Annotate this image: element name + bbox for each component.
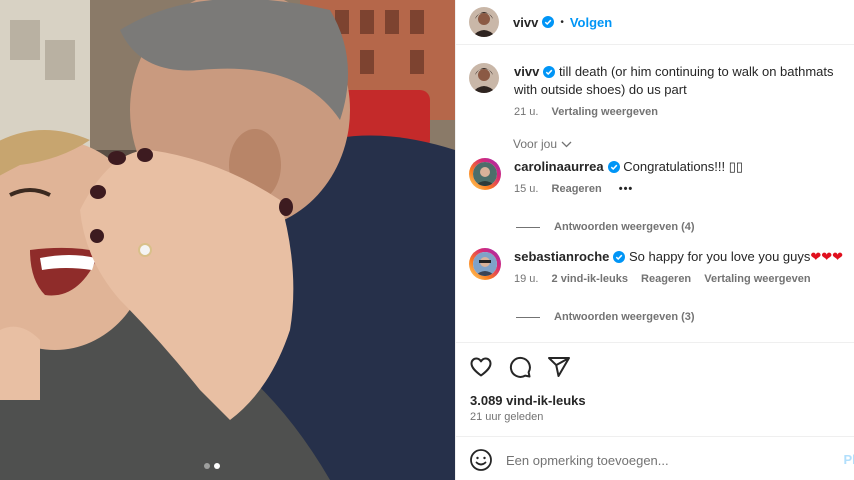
comment-item: sebastianroche So happy for you love you… bbox=[469, 248, 849, 288]
separator: • bbox=[560, 16, 564, 28]
commenter-avatar[interactable] bbox=[469, 248, 501, 280]
replies-line bbox=[516, 226, 540, 228]
post-timestamp[interactable]: 21 uur geleden bbox=[470, 411, 543, 423]
translate-button[interactable]: Vertaling weergeven bbox=[704, 273, 810, 285]
view-replies-button[interactable]: Antwoorden weergeven (3) bbox=[516, 311, 695, 323]
heart-icon[interactable] bbox=[469, 355, 493, 379]
verified-badge-icon bbox=[542, 16, 555, 28]
caption-text: till death (or him continuing to walk on… bbox=[514, 64, 834, 97]
sort-label: Voor jou bbox=[513, 137, 558, 151]
photo-illustration bbox=[0, 0, 455, 480]
comment-time[interactable]: 15 u. bbox=[514, 183, 538, 195]
caption-meta: 21 u. Vertaling weergeven bbox=[514, 103, 849, 121]
caption-avatar[interactable] bbox=[469, 63, 499, 93]
comment-input[interactable] bbox=[506, 452, 826, 468]
reply-button[interactable]: Reageren bbox=[552, 183, 602, 195]
commenter-avatar[interactable] bbox=[469, 158, 501, 190]
more-options-icon[interactable]: ••• bbox=[619, 183, 634, 195]
translate-button[interactable]: Vertaling weergeven bbox=[552, 106, 658, 118]
post-photo[interactable] bbox=[0, 0, 455, 480]
post-comment-button[interactable]: Pla bbox=[843, 452, 854, 467]
comment-text: So happy for you love you guys bbox=[629, 249, 811, 264]
comment-likes[interactable]: 2 vind-ik-leuks bbox=[552, 273, 628, 285]
divider bbox=[456, 342, 854, 343]
author-avatar[interactable] bbox=[469, 7, 499, 37]
likes-count[interactable]: 3.089 vind-ik-leuks bbox=[470, 393, 586, 408]
comment-username[interactable]: sebastianroche bbox=[514, 249, 609, 264]
reply-button[interactable]: Reageren bbox=[641, 273, 691, 285]
post-actions bbox=[469, 355, 571, 379]
comment-text-line: carolinaaurrea Congratulations!!! ▯▯ bbox=[514, 158, 743, 176]
view-replies-button[interactable]: Antwoorden weergeven (4) bbox=[516, 221, 695, 233]
verified-badge-icon bbox=[613, 251, 626, 263]
post-caption: vivv till death (or him continuing to wa… bbox=[469, 63, 849, 121]
comment-sort-dropdown[interactable]: Voor jou bbox=[513, 137, 572, 151]
verified-badge-icon bbox=[543, 66, 556, 78]
caption-text-line: vivv till death (or him continuing to wa… bbox=[514, 63, 849, 99]
comment-time[interactable]: 19 u. bbox=[514, 273, 538, 285]
post-detail-panel: vivv • Volgen vivv till death (or him co… bbox=[455, 0, 854, 480]
comment-meta: 19 u. 2 vind-ik-leuks Reageren Vertaling… bbox=[514, 270, 843, 288]
comment-item: carolinaaurrea Congratulations!!! ▯▯ 15 … bbox=[469, 158, 849, 198]
post-header: vivv • Volgen bbox=[456, 0, 854, 45]
emoji-icon[interactable] bbox=[469, 448, 493, 472]
replies-label: Antwoorden weergeven (4) bbox=[554, 221, 695, 233]
heart-emoji-icon: ❤❤❤ bbox=[810, 249, 844, 264]
divider bbox=[456, 436, 854, 437]
follow-button[interactable]: Volgen bbox=[570, 15, 612, 30]
caption-username[interactable]: vivv bbox=[514, 64, 539, 79]
comment-text-line: sebastianroche So happy for you love you… bbox=[514, 248, 843, 266]
add-comment-bar: Pla bbox=[469, 448, 854, 472]
comment-meta: 15 u. Reageren ••• bbox=[514, 180, 743, 198]
replies-line bbox=[516, 316, 540, 318]
share-icon[interactable] bbox=[547, 355, 571, 379]
comment-text: Congratulations!!! ▯▯ bbox=[623, 159, 744, 174]
comment-icon[interactable] bbox=[508, 355, 532, 379]
carousel-dot bbox=[204, 463, 210, 469]
carousel-indicator bbox=[204, 463, 220, 469]
chevron-down-icon bbox=[561, 141, 572, 147]
carousel-dot-active bbox=[214, 463, 220, 469]
verified-badge-icon bbox=[607, 161, 620, 173]
comment-username[interactable]: carolinaaurrea bbox=[514, 159, 604, 174]
replies-label: Antwoorden weergeven (3) bbox=[554, 311, 695, 323]
author-username[interactable]: vivv bbox=[513, 15, 538, 30]
caption-time[interactable]: 21 u. bbox=[514, 106, 538, 118]
